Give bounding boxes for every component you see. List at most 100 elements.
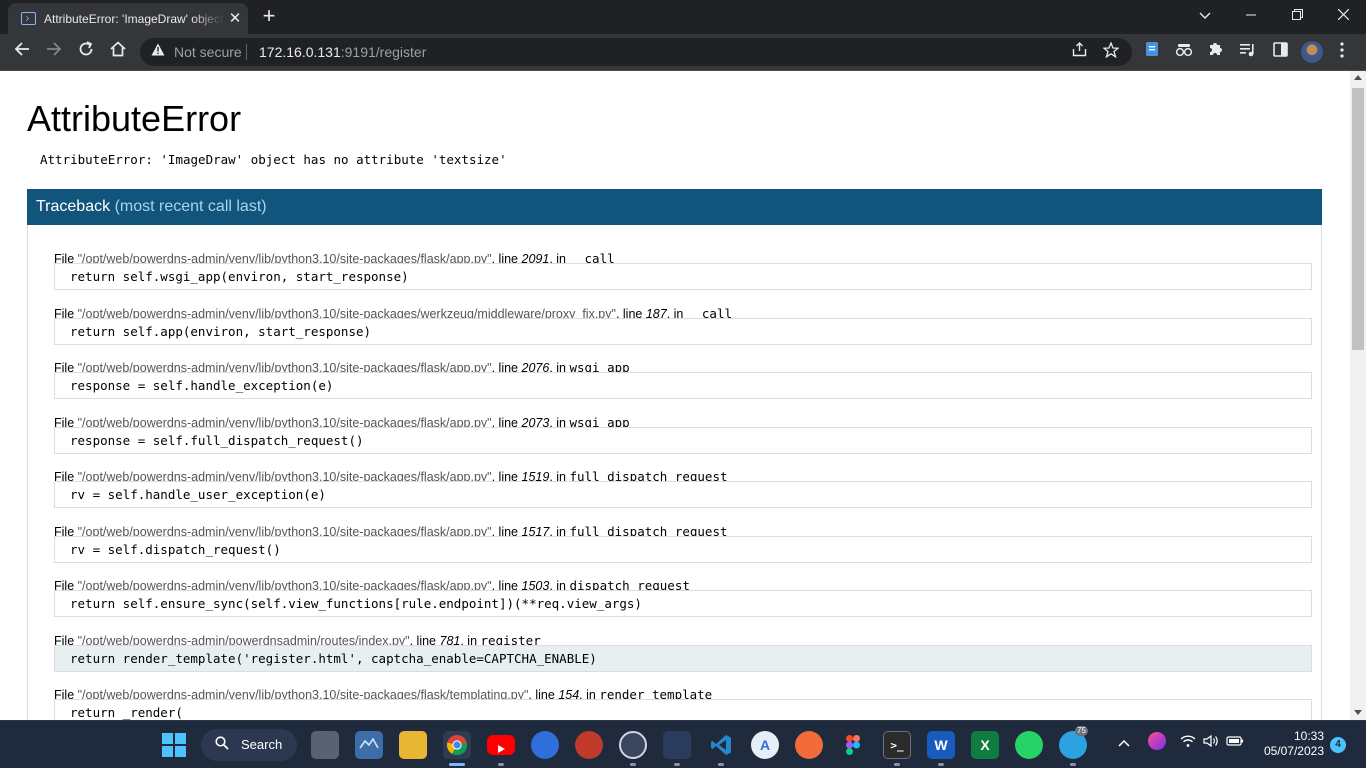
minimize-button[interactable] bbox=[1240, 5, 1262, 25]
tab-search-icon[interactable] bbox=[1194, 5, 1216, 25]
active-app-indicator bbox=[449, 763, 465, 766]
traceback-code-line[interactable]: return self.wsgi_app(environ, start_resp… bbox=[54, 263, 1312, 290]
back-icon[interactable] bbox=[10, 40, 34, 64]
vscode-icon[interactable] bbox=[707, 731, 735, 759]
scroll-up-icon[interactable] bbox=[1354, 75, 1362, 80]
app-icon[interactable] bbox=[619, 731, 647, 759]
excel-icon[interactable]: X bbox=[971, 731, 999, 759]
telegram-icon[interactable]: 75 bbox=[1059, 726, 1088, 759]
profile-avatar[interactable] bbox=[1301, 41, 1323, 63]
traceback-label: Traceback bbox=[36, 198, 111, 215]
source-code-text: return self.ensure_sync(self.view_functi… bbox=[70, 596, 642, 611]
forward-icon[interactable] bbox=[42, 40, 66, 64]
source-code-text: return _render( bbox=[70, 705, 183, 720]
traceback-code-line[interactable]: rv = self.dispatch_request() bbox=[54, 535, 1312, 563]
source-code-text: response = self.handle_exception(e) bbox=[70, 378, 334, 393]
url-host: 172.16.0.131 bbox=[259, 44, 341, 60]
url-path: :9191/register bbox=[340, 44, 427, 60]
source-code-text: return self.app(environ, start_response) bbox=[70, 323, 372, 339]
extension-docs-icon[interactable] bbox=[1141, 41, 1163, 63]
terminal-icon[interactable]: >_ bbox=[883, 731, 911, 759]
scroll-down-icon[interactable] bbox=[1354, 710, 1362, 715]
source-code-text: response = self.full_dispatch_request() bbox=[70, 432, 364, 448]
file-explorer-icon[interactable] bbox=[399, 731, 427, 759]
start-button[interactable] bbox=[162, 733, 186, 757]
app-icon[interactable] bbox=[663, 731, 691, 759]
close-window-button[interactable] bbox=[1332, 5, 1354, 25]
share-icon[interactable] bbox=[1069, 42, 1089, 62]
url-text[interactable]: 172.16.0.131:9191/register bbox=[259, 44, 426, 60]
bookmark-star-icon[interactable] bbox=[1101, 41, 1121, 62]
windows-logo-icon bbox=[175, 733, 186, 744]
telegram-badge: 75 bbox=[1075, 726, 1088, 736]
app-icon[interactable] bbox=[531, 731, 559, 759]
browser-toolbar: Not secure 172.16.0.131:9191/register bbox=[0, 34, 1366, 71]
menu-icon[interactable] bbox=[1334, 40, 1350, 64]
taskbar-search[interactable]: Search bbox=[201, 729, 297, 761]
home-icon[interactable] bbox=[106, 40, 130, 64]
photos-icon[interactable] bbox=[355, 731, 383, 759]
browser-tab[interactable]: AttributeError: 'ImageDraw' object has n… bbox=[8, 3, 248, 34]
running-app-indicator bbox=[630, 763, 636, 766]
app-icon[interactable]: A bbox=[751, 731, 779, 759]
traceback-title: Traceback (most recent call last) bbox=[36, 198, 267, 216]
youtube-icon[interactable] bbox=[487, 735, 515, 755]
chrome-icon[interactable] bbox=[443, 731, 471, 759]
traceback-code-line[interactable]: return self.app(environ, start_response) bbox=[54, 317, 1312, 345]
page-scrollbar[interactable] bbox=[1350, 71, 1366, 720]
notification-badge[interactable]: 4 bbox=[1330, 737, 1346, 753]
sidepanel-icon[interactable] bbox=[1269, 41, 1291, 63]
clock-time: 10:33 bbox=[1293, 729, 1324, 743]
chevron-up-icon[interactable] bbox=[1118, 735, 1130, 750]
search-label: Search bbox=[241, 737, 283, 752]
battery-icon[interactable] bbox=[1226, 735, 1244, 750]
traceback-code-line-current[interactable]: return render_template('register.html', … bbox=[54, 644, 1312, 672]
media-icon[interactable] bbox=[1237, 41, 1259, 63]
windows-logo-icon bbox=[175, 746, 186, 757]
windows-logo-icon bbox=[162, 746, 173, 757]
app-tray-icon[interactable] bbox=[1148, 732, 1166, 750]
puzzle-icon[interactable] bbox=[1205, 41, 1227, 63]
volume-icon[interactable] bbox=[1203, 734, 1219, 750]
scrollbar-thumb[interactable] bbox=[1352, 88, 1364, 350]
whatsapp-icon[interactable] bbox=[1015, 731, 1043, 759]
not-secure-label[interactable]: Not secure bbox=[174, 44, 242, 60]
traceback-header: Traceback (most recent call last) bbox=[27, 189, 1322, 225]
figma-icon[interactable] bbox=[839, 731, 867, 759]
traceback-code-line[interactable]: return _render( bbox=[54, 699, 1312, 720]
word-icon[interactable]: W bbox=[927, 731, 955, 759]
traceback-subtitle: (most recent call last) bbox=[114, 198, 267, 215]
new-tab-button[interactable]: + bbox=[258, 5, 280, 28]
tab-strip: AttributeError: 'ImageDraw' object has n… bbox=[0, 0, 1366, 34]
source-code-text: return self.wsgi_app(environ, start_resp… bbox=[70, 269, 409, 284]
page-title: AttributeError bbox=[27, 98, 242, 139]
restore-button[interactable] bbox=[1286, 5, 1308, 25]
app-icon[interactable] bbox=[795, 731, 823, 759]
source-code-text: return render_template('register.html', … bbox=[70, 650, 597, 666]
warning-icon[interactable] bbox=[150, 43, 166, 59]
wifi-icon[interactable] bbox=[1180, 735, 1196, 750]
address-bar[interactable]: Not secure 172.16.0.131:9191/register bbox=[140, 38, 1132, 66]
task-view-icon[interactable] bbox=[311, 731, 339, 759]
extension-incognito-icon[interactable] bbox=[1173, 41, 1195, 63]
clock-date: 05/07/2023 bbox=[1263, 744, 1324, 758]
windows-taskbar: Search A >_ W X 75 10:33 05/07/2023 4 bbox=[0, 720, 1366, 768]
omnibox-divider bbox=[246, 44, 247, 60]
tab-close-icon[interactable]: ✕ bbox=[227, 11, 243, 27]
running-app-indicator bbox=[674, 763, 680, 766]
reload-icon[interactable] bbox=[74, 40, 98, 64]
running-app-indicator bbox=[718, 763, 724, 766]
system-clock[interactable]: 10:33 05/07/2023 bbox=[1258, 729, 1324, 759]
traceback-code-line[interactable]: response = self.handle_exception(e) bbox=[54, 372, 1312, 399]
traceback-code-line[interactable]: response = self.full_dispatch_request() bbox=[54, 426, 1312, 454]
search-icon bbox=[215, 736, 229, 753]
page-viewport: AttributeError AttributeError: 'ImageDra… bbox=[0, 71, 1350, 720]
traceback-code-line[interactable]: rv = self.handle_user_exception(e) bbox=[54, 481, 1312, 508]
error-message: AttributeError: 'ImageDraw' object has n… bbox=[40, 152, 507, 167]
windows-logo-icon bbox=[162, 733, 173, 744]
app-icon[interactable] bbox=[575, 731, 603, 759]
source-code-text: rv = self.dispatch_request() bbox=[70, 541, 281, 557]
running-app-indicator bbox=[498, 763, 504, 766]
traceback-code-line[interactable]: return self.ensure_sync(self.view_functi… bbox=[54, 590, 1312, 617]
traceback-body: File "/opt/web/powerdns-admin/venv/lib/p… bbox=[27, 225, 1322, 720]
